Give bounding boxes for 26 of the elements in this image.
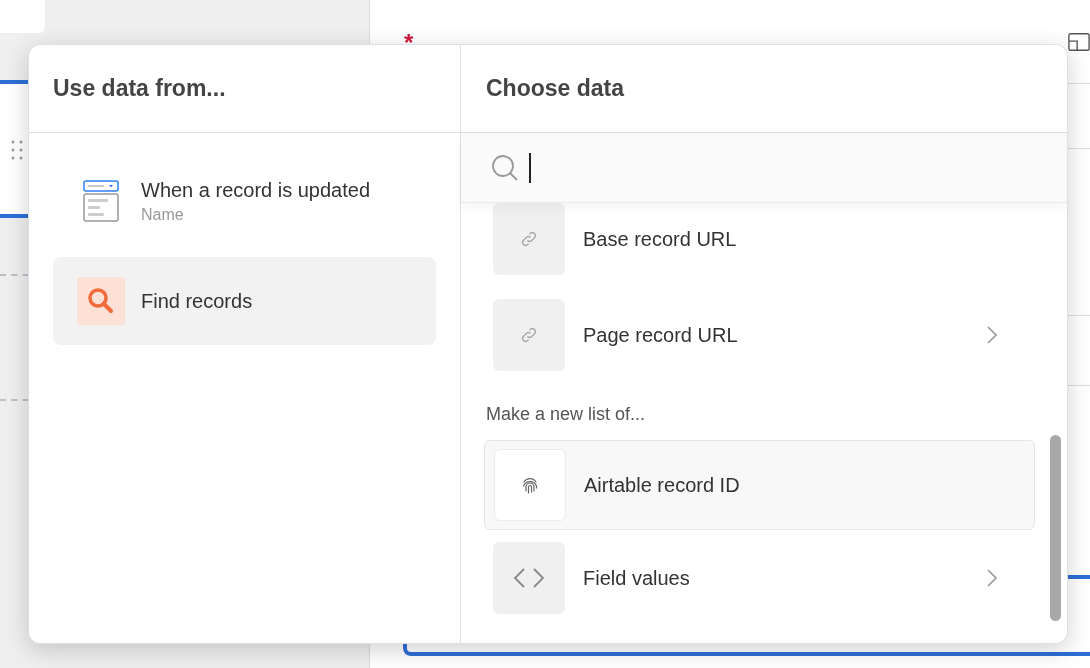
panel-title: Use data from...: [53, 74, 226, 104]
link-icon: [519, 229, 539, 249]
code-icon: [513, 567, 545, 589]
data-option[interactable]: Field values: [493, 530, 1005, 626]
data-option[interactable]: Page record URL: [493, 287, 1005, 383]
chevron-right-icon: [987, 326, 997, 344]
search-icon: [77, 277, 125, 325]
item-label: When a record is updated: [141, 178, 371, 203]
item-sublabel: Name: [141, 205, 185, 225]
link-icon: [519, 325, 539, 345]
drag-handle-icon[interactable]: [11, 140, 23, 160]
item-label: Find records: [141, 289, 253, 314]
section-heading: Make a new list of...: [486, 403, 647, 426]
required-asterisk: *: [404, 28, 414, 58]
layout-icon[interactable]: [1068, 32, 1090, 52]
search-icon: [491, 153, 519, 182]
data-option[interactable]: Airtable record ID: [484, 440, 1035, 530]
data-option[interactable]: Base record URL: [493, 203, 1005, 287]
source-item[interactable]: Find records: [53, 257, 436, 345]
chevron-right-icon: [987, 569, 997, 587]
text-cursor: [529, 152, 531, 183]
fingerprint-icon: [520, 475, 540, 495]
panel-title: Choose data: [486, 74, 625, 104]
search-field[interactable]: [461, 133, 1067, 203]
record-form-icon: [83, 180, 119, 222]
scrollbar-thumb[interactable]: [1050, 435, 1061, 621]
